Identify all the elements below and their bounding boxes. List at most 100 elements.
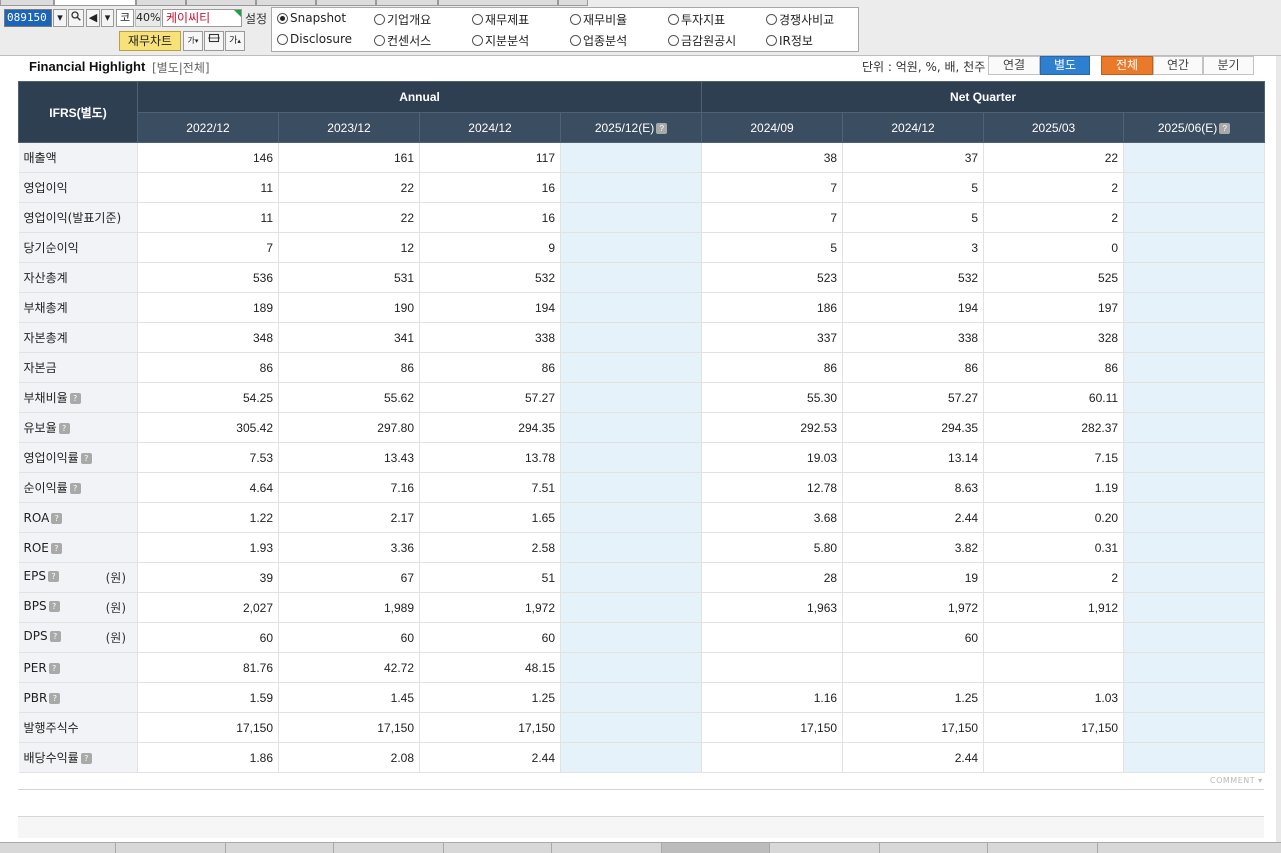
help-icon[interactable]: ? [49,692,61,704]
top-tab[interactable] [0,0,54,6]
section-title: Financial Highlight [29,59,146,74]
help-icon[interactable]: ? [58,423,70,434]
radio-financial-statements[interactable]: 재무제표 [472,11,529,28]
help-icon[interactable]: ? [80,453,92,464]
top-tab[interactable] [186,0,256,6]
help-icon[interactable]: ? [69,483,81,494]
top-tab[interactable] [438,0,558,6]
value-cell: 0.20 [983,502,1125,533]
column-header-label: 2024/12 [468,120,512,135]
estimate-cell [560,682,703,713]
radio-fss-disclosure[interactable]: 금감원공시 [668,32,736,49]
search-icon[interactable] [68,9,84,27]
help-icon[interactable]: ? [656,122,668,134]
font-size-down-icon[interactable]: 가▾ [183,31,203,51]
row-label: EPS [23,569,46,583]
estimate-cell [560,412,703,443]
all-period-toggle[interactable]: 전체 [1101,56,1153,75]
font-size-up-icon[interactable]: 가▴ [225,31,245,51]
separate-toggle[interactable]: 별도 [1040,56,1090,75]
bottom-tab[interactable] [116,843,226,853]
quarter-toggle[interactable]: 분기 [1203,56,1254,75]
help-icon[interactable]: ? [48,662,60,674]
table-row: 영업이익률? 7.53 13.43 13.78 19.03 13.14 7.15 [18,442,1266,473]
row-label-cell: 당기순이익 [18,232,138,263]
vertical-scrollbar[interactable] [1276,56,1281,842]
estimate-cell [560,172,703,203]
consolidated-toggle[interactable]: 연결 [988,56,1040,75]
value-cell: 161 [278,142,420,173]
value-cell: 1.59 [137,682,279,713]
value-cell: 28 [701,562,844,593]
bottom-tab[interactable] [334,843,444,853]
column-header-label: 2024/09 [750,120,794,135]
row-label: 당기순이익 [23,241,79,255]
code-dropdown-icon[interactable]: ▾ [53,9,67,27]
radio-consensus[interactable]: 컨센서스 [374,32,431,49]
help-icon[interactable]: ? [49,631,61,642]
radio-disclosure[interactable]: Disclosure [277,32,352,46]
radio-dot [570,14,581,25]
help-icon[interactable]: ? [51,512,63,524]
value-cell: 2.44 [842,502,985,533]
speaker-icon[interactable]: ◀ [86,9,100,27]
help-icon[interactable]: ? [48,601,60,612]
financial-chart-button[interactable]: 재무차트 [119,31,181,51]
bottom-tab[interactable] [770,843,880,853]
speaker-dropdown-icon[interactable]: ▾ [101,9,114,27]
estimate-cell [560,502,703,533]
top-tab-active[interactable] [54,0,136,6]
value-cell: 38 [701,142,844,173]
top-tab[interactable] [256,0,316,6]
value-cell: 2 [983,172,1125,203]
value-cell: 22 [278,172,420,203]
bottom-tab[interactable] [988,843,1098,853]
comment-toggle[interactable]: COMMENT ▾ [1210,776,1263,785]
bottom-tab[interactable] [226,843,334,853]
column-header: 2024/12 [419,112,561,143]
bottom-tab[interactable] [880,843,988,853]
top-tab[interactable] [376,0,438,6]
market-label: 코 [116,9,134,27]
radio-industry-analysis[interactable]: 업종분석 [570,32,627,49]
estimate-cell [560,592,703,623]
value-cell: 525 [983,262,1125,293]
value-cell: 7 [701,202,844,233]
radio-ir-info[interactable]: IR정보 [766,32,813,49]
help-icon[interactable]: ? [80,753,92,764]
value-cell: 536 [137,262,279,293]
radio-financial-ratios[interactable]: 재무비율 [570,11,627,28]
settings-link[interactable]: 설정 [245,10,267,27]
capture-icon[interactable] [204,31,224,51]
radio-shareholding[interactable]: 지분분석 [472,32,529,49]
stock-code-input[interactable]: 089150 [4,9,52,27]
bottom-tab[interactable] [0,843,116,853]
bottom-tab[interactable] [552,843,662,853]
radio-company-overview[interactable]: 기업개요 [374,11,431,28]
value-cell: 11 [137,172,279,203]
radio-snapshot[interactable]: Snapshot [277,11,346,25]
column-header: 2025/06(E)? [1123,112,1266,143]
help-icon[interactable]: ? [1219,122,1231,134]
company-name-field[interactable]: 케이씨티 [162,9,242,27]
value-cell: 86 [137,352,279,383]
value-cell: 57.27 [842,382,985,413]
help-icon[interactable]: ? [69,393,81,404]
radio-investment-indicators[interactable]: 투자지표 [668,11,725,28]
top-tab[interactable] [558,0,588,6]
bottom-tab[interactable] [444,843,552,853]
row-label: 자본금 [23,361,57,375]
bottom-tab-active[interactable] [662,843,770,853]
value-cell: 7.16 [278,472,420,503]
table-row: 자본금 86 86 86 86 86 86 [18,352,1266,383]
value-cell: 1.22 [137,502,279,533]
estimate-cell [560,472,703,503]
help-icon[interactable]: ? [47,571,59,582]
top-tab[interactable] [316,0,376,6]
radio-peer-comparison[interactable]: 경쟁사비교 [766,11,834,28]
estimate-cell [1123,502,1266,533]
value-cell: 9 [419,232,561,263]
help-icon[interactable]: ? [50,542,62,554]
top-tab[interactable] [136,0,186,6]
annual-toggle[interactable]: 연간 [1153,56,1203,75]
